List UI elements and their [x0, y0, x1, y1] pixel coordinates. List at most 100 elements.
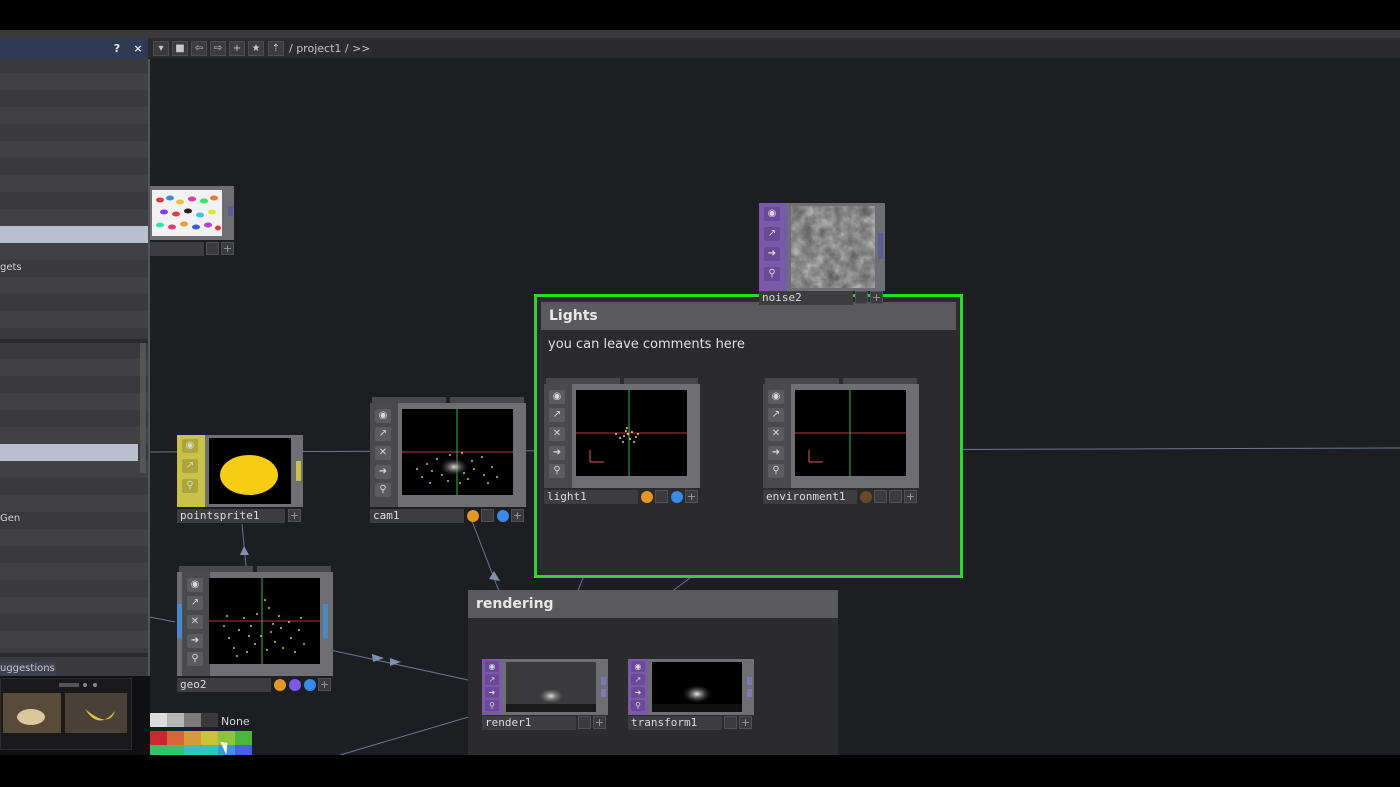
node-add-button[interactable]: +: [870, 291, 883, 304]
output-connector[interactable]: [747, 689, 752, 697]
list-item-selected[interactable]: [0, 226, 148, 243]
node-add-button[interactable]: +: [221, 242, 234, 255]
forward-arrow-icon[interactable]: ⇨: [210, 41, 226, 56]
node-name-label[interactable]: noise2: [759, 291, 853, 305]
color-flag-blue[interactable]: [304, 679, 316, 691]
output-connector[interactable]: [747, 677, 752, 685]
list-item[interactable]: [0, 277, 148, 294]
comment-text[interactable]: you can leave comments here: [537, 330, 960, 352]
node-render1[interactable]: ◉ ↗ ➜ ⚲ render1 +: [482, 659, 608, 731]
list-item[interactable]: [0, 73, 148, 90]
node-pointsprite1[interactable]: ◉ ↗ ⚲ pointsprite1 +: [177, 435, 303, 523]
node-transform1[interactable]: ◉ ↗ ➜ ⚲ transform1 +: [628, 659, 754, 731]
viewer-toggle-icon[interactable]: ◉: [187, 578, 203, 592]
node-name-label[interactable]: pointsprite1: [177, 509, 285, 523]
list-item[interactable]: [0, 209, 148, 226]
cook-arrow-icon[interactable]: ➜: [768, 446, 784, 460]
color-flag-purple[interactable]: [289, 679, 301, 691]
list-item[interactable]: [0, 311, 148, 328]
list-item[interactable]: [0, 461, 148, 478]
color-flag-orange[interactable]: [467, 510, 479, 522]
color-flag-blue[interactable]: [671, 491, 683, 503]
display-flag-icon[interactable]: ↗: [549, 408, 565, 422]
panel-divider[interactable]: [0, 339, 148, 343]
back-arrow-icon[interactable]: ⇦: [191, 41, 207, 56]
node-viewer[interactable]: [209, 438, 291, 504]
cook-arrow-icon[interactable]: ➜: [549, 446, 565, 460]
node-add-button[interactable]: +: [593, 716, 606, 729]
color-swatch[interactable]: [201, 713, 218, 727]
list-item-selected[interactable]: [0, 444, 138, 461]
lock-icon[interactable]: ⚲: [768, 464, 784, 478]
node-viewer[interactable]: [402, 409, 513, 495]
bypass-icon[interactable]: ✕: [768, 427, 784, 441]
list-item[interactable]: [0, 495, 148, 512]
lock-icon[interactable]: ⚲: [187, 652, 203, 666]
display-flag-icon[interactable]: ↗: [375, 427, 391, 441]
node-light1[interactable]: ◉ ↗ ✕ ➜ ⚲ light1 +: [544, 378, 700, 504]
lock-icon[interactable]: ⚲: [631, 700, 645, 711]
bypass-icon[interactable]: ✕: [375, 446, 391, 460]
viewer-toggle-icon[interactable]: ◉: [764, 207, 780, 221]
list-item[interactable]: [0, 107, 148, 124]
output-connector[interactable]: [323, 604, 328, 638]
list-item[interactable]: [0, 243, 148, 260]
list-item[interactable]: [0, 631, 148, 648]
node-viewer[interactable]: [209, 578, 320, 664]
suggestions-tab[interactable]: uggestions: [0, 662, 56, 676]
list-item[interactable]: [0, 597, 148, 614]
node-environment1[interactable]: ◉ ↗ ✕ ➜ ⚲ environment1 +: [763, 378, 919, 504]
cook-arrow-icon[interactable]: ➜: [375, 465, 391, 479]
add-icon[interactable]: +: [229, 41, 245, 56]
list-item[interactable]: [0, 563, 148, 580]
display-flag-icon[interactable]: ↗: [764, 227, 780, 241]
display-flag-icon[interactable]: ↗: [631, 674, 645, 685]
color-swatch[interactable]: [167, 731, 184, 745]
node-flag-button[interactable]: [855, 291, 868, 304]
color-swatch[interactable]: [184, 731, 201, 745]
color-swatch[interactable]: [235, 731, 252, 745]
close-button[interactable]: ×: [129, 40, 147, 57]
color-none-label[interactable]: None: [221, 715, 250, 728]
cook-arrow-icon[interactable]: ➜: [631, 687, 645, 698]
suggestion-thumbnail[interactable]: [0, 678, 132, 750]
cook-arrow-icon[interactable]: ➜: [764, 247, 780, 261]
output-connector[interactable]: [601, 689, 606, 697]
cook-arrow-icon[interactable]: ➜: [187, 634, 203, 648]
color-swatch[interactable]: [150, 745, 167, 755]
output-connector[interactable]: [601, 677, 606, 685]
lock-icon[interactable]: ⚲: [485, 700, 499, 711]
node-flag-button[interactable]: [206, 242, 219, 255]
color-flag-blue[interactable]: [497, 510, 509, 522]
bypass-icon[interactable]: ✕: [187, 615, 203, 629]
node-noise2[interactable]: ◉ ↗ ➜ ⚲ noise2 +: [759, 203, 885, 305]
lock-icon[interactable]: ⚲: [375, 483, 391, 497]
color-swatch[interactable]: [167, 713, 184, 727]
node-viewer[interactable]: [795, 390, 906, 476]
lock-icon[interactable]: ⚲: [549, 464, 565, 478]
list-item-label[interactable]: Gen: [0, 513, 20, 524]
menu-dropdown-icon[interactable]: ▾: [153, 41, 169, 56]
viewer-toggle-icon[interactable]: ◉: [631, 661, 645, 672]
node-viewer[interactable]: [791, 206, 875, 288]
node-add-button[interactable]: +: [288, 509, 301, 522]
cook-arrow-icon[interactable]: ➜: [485, 687, 499, 698]
display-flag-icon[interactable]: ↗: [187, 596, 203, 610]
stop-icon[interactable]: ■: [172, 41, 188, 56]
viewer-toggle-icon[interactable]: ◉: [549, 390, 565, 404]
node-flag-button[interactable]: [578, 716, 591, 729]
node-name-label[interactable]: geo2: [177, 678, 271, 692]
node-add-button[interactable]: +: [904, 490, 917, 503]
comment-title[interactable]: rendering: [468, 590, 838, 618]
lock-icon[interactable]: ⚲: [764, 267, 780, 281]
node-geo2[interactable]: ◉ ↗ ✕ ➜ ⚲ geo2 +: [177, 566, 333, 694]
node-name-label[interactable]: render1: [482, 716, 576, 730]
list-item[interactable]: [0, 427, 148, 444]
display-flag-icon[interactable]: ↗: [768, 408, 784, 422]
node-name-label[interactable]: transform1: [628, 716, 722, 730]
color-swatch[interactable]: [167, 745, 184, 755]
help-button[interactable]: ?: [108, 40, 126, 57]
node-add-button[interactable]: +: [318, 678, 331, 691]
list-item-label[interactable]: gets: [0, 262, 22, 273]
node-viewer[interactable]: [506, 662, 596, 712]
